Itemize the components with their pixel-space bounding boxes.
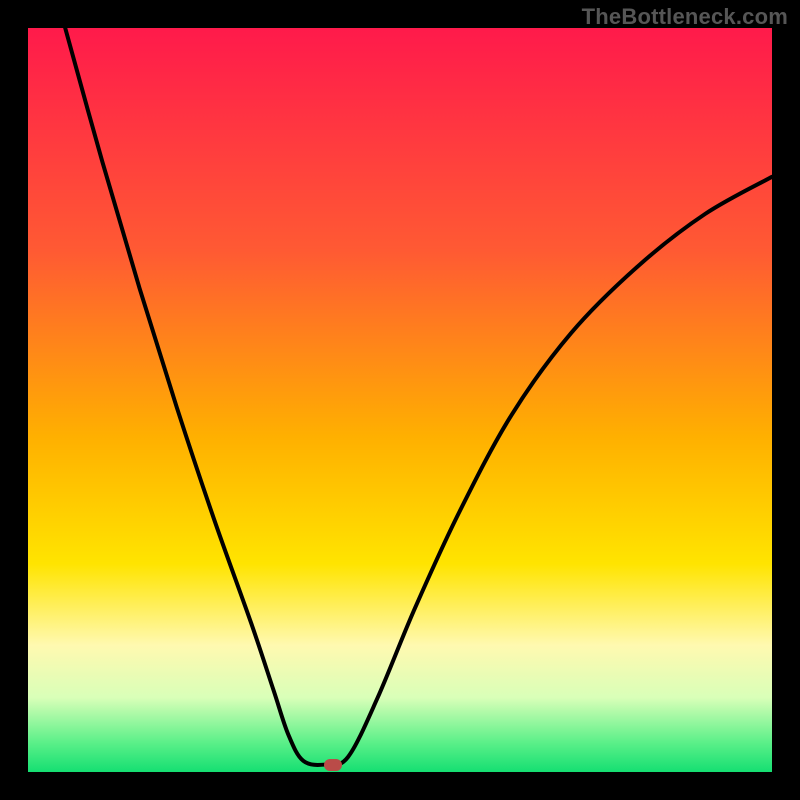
chart-svg bbox=[28, 28, 772, 772]
plot-area bbox=[28, 28, 772, 772]
watermark-text: TheBottleneck.com bbox=[582, 4, 788, 30]
minimum-marker bbox=[324, 759, 342, 771]
gradient-background bbox=[28, 28, 772, 772]
chart-frame: TheBottleneck.com bbox=[0, 0, 800, 800]
